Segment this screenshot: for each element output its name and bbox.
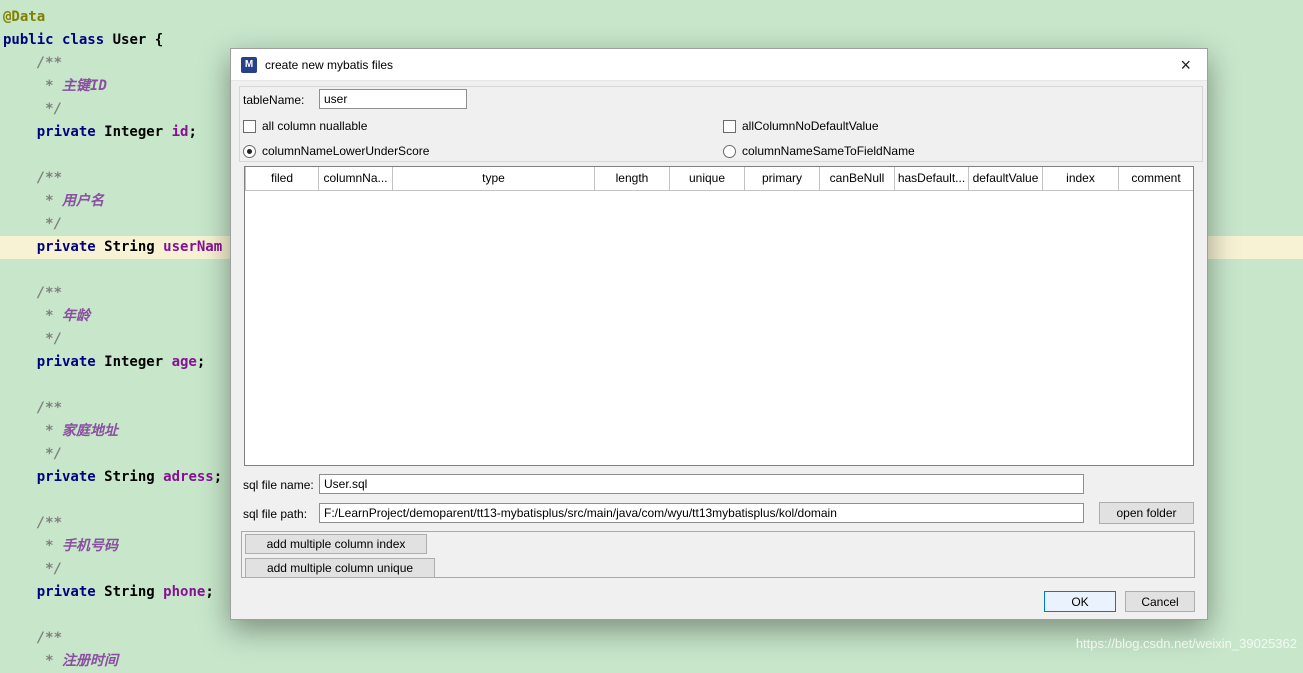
open-folder-button[interactable]: open folder [1099, 502, 1194, 524]
dialog-titlebar[interactable]: M create new mybatis files × [231, 49, 1207, 81]
same-to-field-label: columnNameSameToFieldName [742, 144, 915, 158]
table-name-input[interactable] [319, 89, 467, 109]
radio-selected-icon [243, 145, 256, 158]
sql-file-path-label: sql file path: [243, 507, 307, 521]
sql-file-name-input[interactable] [319, 474, 1084, 494]
same-to-field-radio[interactable]: columnNameSameToFieldName [723, 144, 915, 158]
csdn-watermark: https://blog.csdn.net/weixin_39025362 [1076, 636, 1297, 651]
grid-column-header[interactable]: hasDefault... [895, 167, 969, 190]
grid-column-header[interactable]: length [595, 167, 670, 190]
all-column-nullable-checkbox[interactable]: all column nuallable [243, 119, 367, 133]
lower-underscore-label: columnNameLowerUnderScore [262, 144, 429, 158]
grid-column-header[interactable]: filed [246, 167, 319, 190]
grid-column-header[interactable]: comment [1119, 167, 1194, 190]
dialog-title: create new mybatis files [265, 58, 393, 72]
sql-file-path-input[interactable] [319, 503, 1084, 523]
grid-column-header[interactable]: defaultValue [969, 167, 1043, 190]
lower-underscore-radio[interactable]: columnNameLowerUnderScore [243, 144, 429, 158]
add-multiple-column-unique-button[interactable]: add multiple column unique [245, 558, 435, 578]
all-column-no-default-checkbox[interactable]: allColumnNoDefaultValue [723, 119, 879, 133]
checkbox-icon [723, 120, 736, 133]
columns-grid: filedcolumnNa...typelengthuniqueprimaryc… [244, 166, 1194, 466]
code-line: @Data [0, 6, 1303, 29]
grid-column-header[interactable]: primary [745, 167, 820, 190]
code-line: * 注册时间 [0, 650, 1303, 673]
mybatis-plugin-icon: M [241, 57, 257, 73]
table-name-label: tableName: [243, 93, 304, 107]
create-mybatis-files-dialog: M create new mybatis files × tableName: … [230, 48, 1208, 620]
grid-header-row: filedcolumnNa...typelengthuniqueprimaryc… [246, 167, 1194, 190]
close-icon[interactable]: × [1174, 56, 1197, 74]
all-column-nullable-label: all column nuallable [262, 119, 367, 133]
all-column-no-default-label: allColumnNoDefaultValue [742, 119, 879, 133]
grid-column-header[interactable]: columnNa... [319, 167, 393, 190]
ok-button[interactable]: OK [1044, 591, 1116, 612]
sql-file-name-label: sql file name: [243, 478, 314, 492]
cancel-button[interactable]: Cancel [1125, 591, 1195, 612]
grid-column-header[interactable]: unique [670, 167, 745, 190]
add-multiple-column-index-button[interactable]: add multiple column index [245, 534, 427, 554]
radio-icon [723, 145, 736, 158]
checkbox-icon [243, 120, 256, 133]
grid-column-header[interactable]: index [1043, 167, 1119, 190]
grid-column-header[interactable]: canBeNull [820, 167, 895, 190]
grid-column-header[interactable]: type [393, 167, 595, 190]
